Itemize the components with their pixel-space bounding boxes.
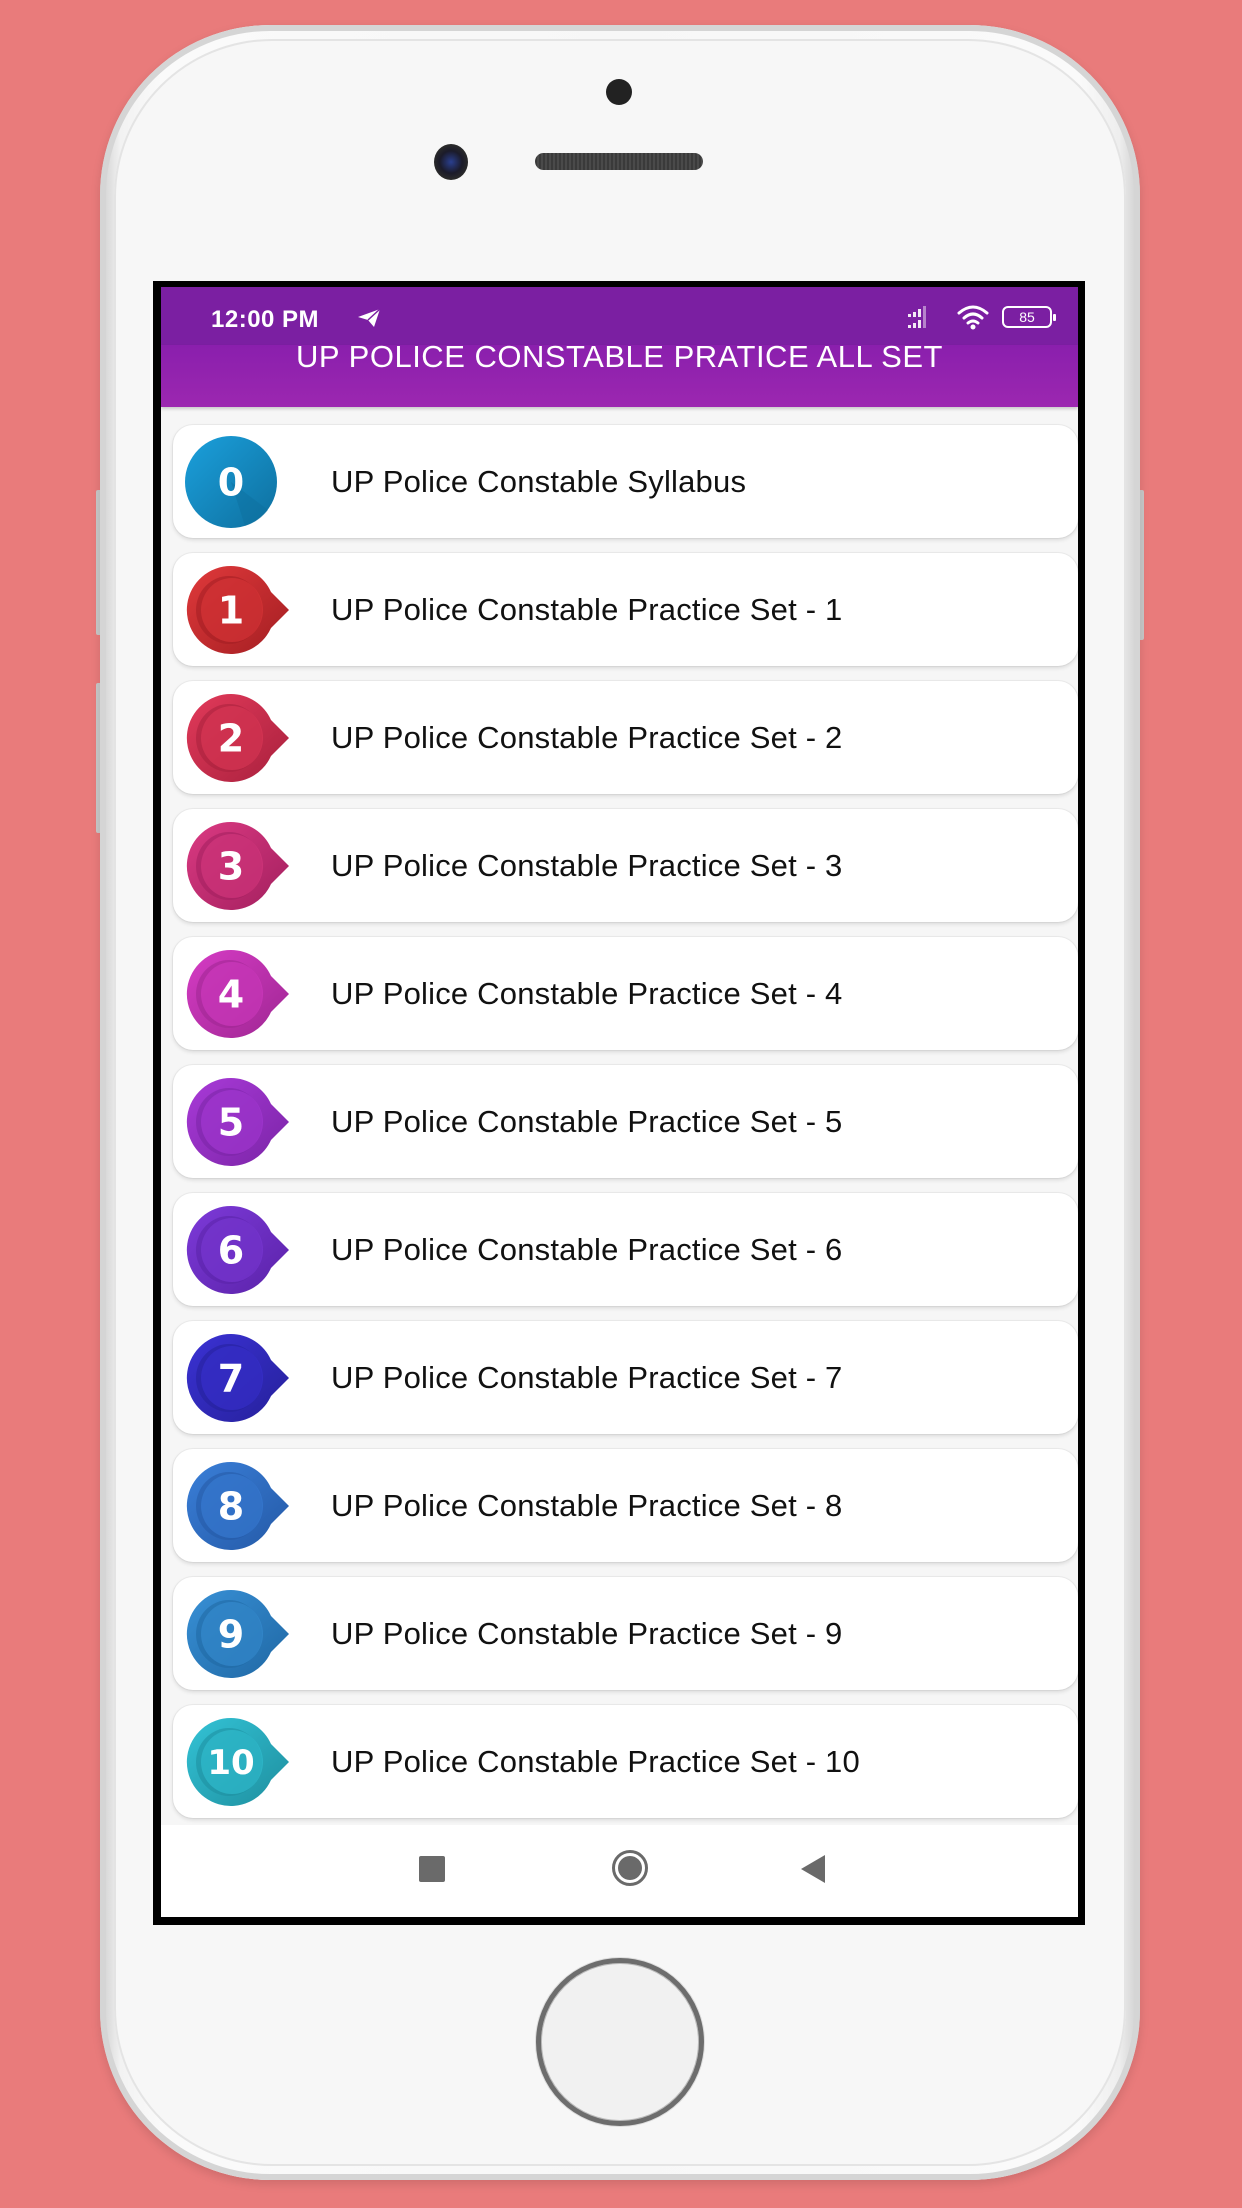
- practice-set-item[interactable]: 5 UP Police Constable Practice Set - 5: [173, 1065, 1078, 1178]
- practice-set-list: 0 UP Police Constable Syllabus 1 UP Poli…: [173, 425, 1078, 1833]
- android-nav-bar: [161, 1825, 1078, 1917]
- signal-icon: [908, 306, 926, 328]
- status-bar: 12:00 PM 85: [161, 287, 1078, 345]
- badge-number: 5: [218, 1100, 244, 1144]
- item-label: UP Police Constable Practice Set - 7: [331, 1359, 843, 1395]
- practice-set-item[interactable]: 9 UP Police Constable Practice Set - 9: [173, 1577, 1078, 1690]
- screen-frame: 12:00 PM 85 UP POLICE CONSTABLE PRATICE …: [153, 281, 1085, 1925]
- item-label: UP Police Constable Practice Set - 3: [331, 847, 843, 883]
- battery-icon: 85: [1002, 306, 1056, 328]
- item-label: UP Police Constable Practice Set - 2: [331, 719, 843, 755]
- proximity-sensor: [606, 79, 632, 105]
- number-badge-icon: 1: [183, 560, 298, 660]
- badge-number: 10: [207, 1743, 254, 1783]
- recents-icon[interactable]: [419, 1856, 445, 1882]
- telegram-icon: [358, 308, 381, 327]
- badge-number: 7: [218, 1356, 244, 1400]
- hardware-home-button[interactable]: [536, 1958, 704, 2126]
- practice-set-item[interactable]: 8 UP Police Constable Practice Set - 8: [173, 1449, 1078, 1562]
- back-icon[interactable]: [801, 1855, 825, 1883]
- earpiece-speaker: [535, 153, 703, 170]
- practice-set-item[interactable]: 10 UP Police Constable Practice Set - 10: [173, 1705, 1078, 1818]
- item-label: UP Police Constable Practice Set - 4: [331, 975, 843, 1011]
- badge-number: 8: [218, 1484, 244, 1528]
- item-label: UP Police Constable Practice Set - 9: [331, 1615, 843, 1651]
- practice-set-item[interactable]: 2 UP Police Constable Practice Set - 2: [173, 681, 1078, 794]
- number-badge-icon: 7: [183, 1328, 298, 1428]
- app-title: UP POLICE CONSTABLE PRATICE ALL SET: [296, 345, 943, 374]
- number-badge-icon: 10: [183, 1712, 298, 1812]
- number-badge-icon: 9: [183, 1584, 298, 1684]
- badge-number: 6: [218, 1228, 244, 1272]
- item-label: UP Police Constable Practice Set - 5: [331, 1103, 843, 1139]
- badge-number: 3: [218, 844, 244, 888]
- item-label: UP Police Constable Syllabus: [331, 463, 747, 499]
- number-badge-icon: 5: [183, 1072, 298, 1172]
- number-badge-icon: 4: [183, 944, 298, 1044]
- number-badge-icon: 6: [183, 1200, 298, 1300]
- number-badge-icon: 8: [183, 1456, 298, 1556]
- item-label: UP Police Constable Practice Set - 1: [331, 591, 843, 627]
- number-badge-icon: 2: [183, 688, 298, 788]
- app-title-bar: UP POLICE CONSTABLE PRATICE ALL SET: [161, 345, 1078, 407]
- practice-set-item[interactable]: 7 UP Police Constable Practice Set - 7: [173, 1321, 1078, 1434]
- number-badge-icon: 3: [183, 816, 298, 916]
- practice-set-item[interactable]: 4 UP Police Constable Practice Set - 4: [173, 937, 1078, 1050]
- item-label: UP Police Constable Practice Set - 10: [331, 1743, 860, 1779]
- practice-set-item[interactable]: 1 UP Police Constable Practice Set - 1: [173, 553, 1078, 666]
- battery-level: 85: [1019, 309, 1035, 325]
- practice-set-item[interactable]: 3 UP Police Constable Practice Set - 3: [173, 809, 1078, 922]
- badge-number: 4: [218, 972, 244, 1016]
- badge-number: 0: [218, 460, 244, 504]
- badge-number: 2: [218, 716, 244, 760]
- home-icon[interactable]: [612, 1850, 648, 1886]
- wifi-icon: [957, 305, 989, 330]
- item-label: UP Police Constable Practice Set - 8: [331, 1487, 843, 1523]
- app-screen: 12:00 PM 85 UP POLICE CONSTABLE PRATICE …: [161, 287, 1078, 1917]
- syllabus-item[interactable]: 0 UP Police Constable Syllabus: [173, 425, 1078, 538]
- number-badge-icon: 0: [183, 432, 298, 532]
- status-time: 12:00 PM: [211, 306, 320, 333]
- badge-number: 9: [218, 1612, 244, 1656]
- badge-number: 1: [218, 588, 244, 632]
- front-camera-icon: [434, 144, 468, 180]
- item-label: UP Police Constable Practice Set - 6: [331, 1231, 843, 1267]
- practice-set-item[interactable]: 6 UP Police Constable Practice Set - 6: [173, 1193, 1078, 1306]
